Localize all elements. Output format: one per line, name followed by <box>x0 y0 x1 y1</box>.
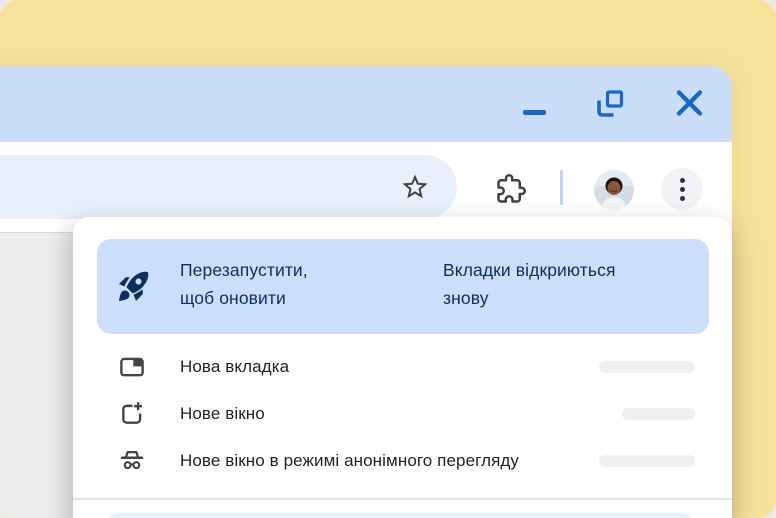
extensions-puzzle-icon[interactable] <box>496 174 526 204</box>
update-banner[interactable]: Перезапустити, щоб оновити Вкладки відкр… <box>97 239 709 334</box>
menu-button[interactable] <box>661 168 703 210</box>
new-tab-icon <box>119 354 145 380</box>
shortcut-placeholder <box>622 408 695 420</box>
shortcut-placeholder <box>599 361 695 373</box>
close-icon <box>676 89 703 117</box>
close-button[interactable] <box>676 89 703 117</box>
banner-title-line2: щоб оновити <box>180 284 308 312</box>
toolbar-divider <box>560 170 563 205</box>
banner-subtitle: Вкладки відкриються знову <box>443 256 616 312</box>
restore-button[interactable] <box>597 90 624 117</box>
menu-item-label: Нове вікно в режимі анонімного перегляду <box>180 451 519 471</box>
banner-title-line1: Перезапустити, <box>180 256 308 284</box>
banner-subtitle-line1: Вкладки відкриються <box>443 256 616 284</box>
incognito-icon <box>119 448 145 474</box>
rocket-icon <box>116 268 152 304</box>
profile-avatar[interactable] <box>594 170 634 210</box>
title-bar <box>0 66 732 142</box>
new-window-icon <box>119 401 145 427</box>
kebab-menu-icon <box>680 178 685 201</box>
menu-item-incognito[interactable]: Нове вікно в режимі анонімного перегляду <box>73 437 732 484</box>
menu-item-new-window[interactable]: Нове вікно <box>73 390 732 437</box>
banner-title: Перезапустити, щоб оновити <box>180 256 308 312</box>
shortcut-placeholder <box>599 455 695 467</box>
chrome-menu: Перезапустити, щоб оновити Вкладки відкр… <box>73 217 732 518</box>
menu-item-label: Нове вікно <box>180 404 265 424</box>
restore-icon <box>597 90 624 117</box>
menu-item-label: Нова вкладка <box>180 357 289 377</box>
next-section-card[interactable] <box>105 513 695 518</box>
address-bar[interactable] <box>0 155 457 219</box>
menu-list: Нова вкладка Нове вікно <box>73 343 732 484</box>
bookmark-star-icon[interactable] <box>400 172 430 202</box>
banner-subtitle-line2: знову <box>443 284 616 312</box>
promo-card: Перезапустити, щоб оновити Вкладки відкр… <box>0 0 776 518</box>
menu-divider <box>73 498 732 500</box>
minimize-button[interactable] <box>523 110 546 115</box>
menu-item-new-tab[interactable]: Нова вкладка <box>73 343 732 390</box>
